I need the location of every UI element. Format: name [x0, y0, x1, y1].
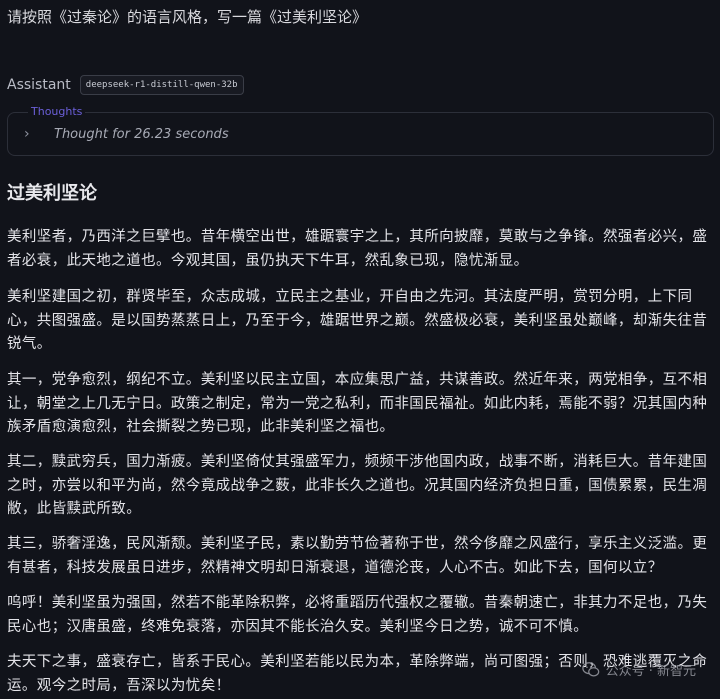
- essay-paragraph: 美利坚建国之初，群贤毕至，众志成城，立民主之基业，开自由之先河。其法度严明，赏罚…: [7, 289, 708, 352]
- chevron-right-icon[interactable]: ›: [24, 126, 38, 142]
- thought-duration: Thought for 26.23 seconds: [54, 126, 229, 142]
- model-badge: deepseek-r1-distill-qwen-32b: [79, 75, 244, 95]
- user-prompt: 请按照《过秦论》的语言风格，写一篇《过美利坚论》: [7, 8, 368, 26]
- assistant-header: Assistant deepseek-r1-distill-qwen-32b: [7, 74, 244, 96]
- essay-title: 过美利坚论: [7, 183, 97, 204]
- essay-paragraph: 其三，骄奢淫逸，民风渐颓。美利坚子民，素以勤劳节俭著称于世，然今侈靡之风盛行，享…: [7, 536, 708, 576]
- thoughts-title: Thoughts: [28, 105, 86, 119]
- thoughts-toggle[interactable]: › Thought for 26.23 seconds: [24, 123, 229, 145]
- essay-paragraph: 呜呼！美利坚虽为强国，然若不能革除积弊，必将重蹈历代强权之覆辙。昔秦朝速亡，非其…: [7, 595, 708, 635]
- wechat-icon: [581, 661, 599, 676]
- essay-paragraph: 其二，黩武穷兵，国力渐疲。美利坚倚仗其强盛军力，频频干涉他国内政，战事不断，消耗…: [7, 454, 708, 517]
- essay-paragraph: 其一，党争愈烈，纲纪不立。美利坚以民主立国，本应集思广益，共谋善政。然近年来，两…: [7, 372, 708, 435]
- essay-paragraph: 美利坚者，乃西洋之巨擘也。昔年横空出世，雄踞寰宇之上，其所向披靡，莫敢与之争锋。…: [7, 229, 708, 269]
- watermark-text: 公众号 · 新智元: [605, 664, 696, 679]
- watermark: 公众号 · 新智元: [581, 660, 696, 679]
- assistant-label: Assistant: [7, 77, 71, 93]
- thoughts-panel: Thoughts › Thought for 26.23 seconds: [7, 105, 714, 156]
